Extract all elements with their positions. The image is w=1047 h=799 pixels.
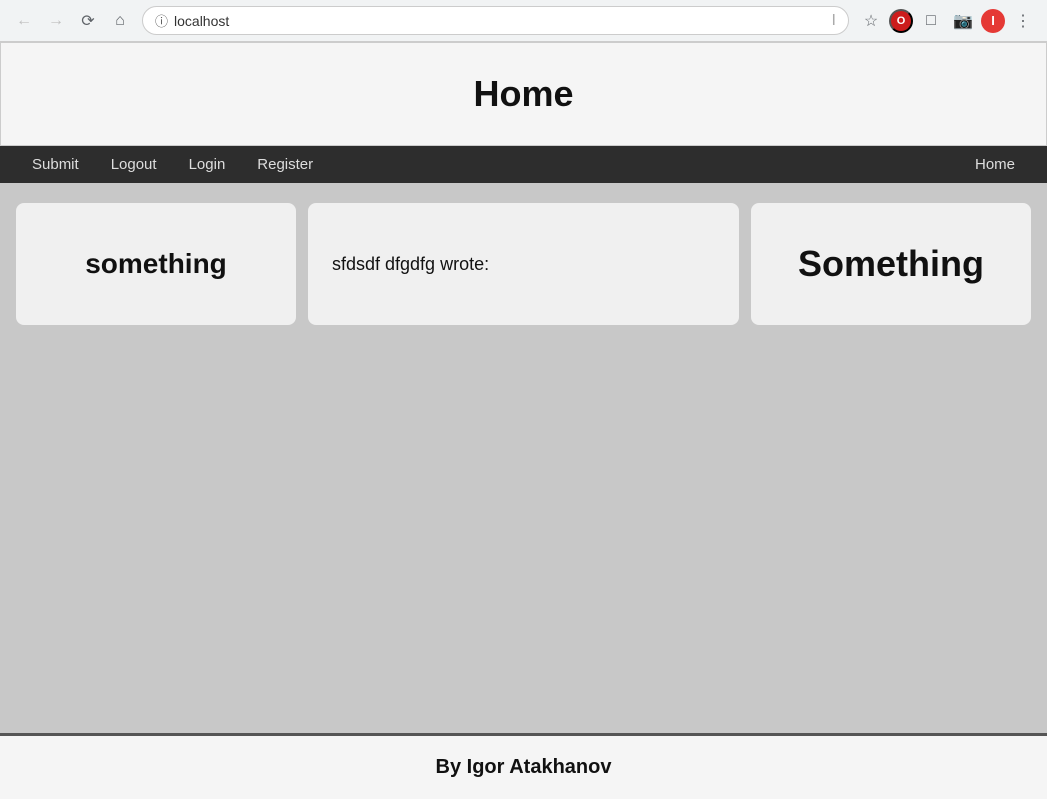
site-footer: By Igor Atakhanov: [0, 733, 1047, 799]
nav-home[interactable]: Home: [959, 146, 1031, 183]
profile-button[interactable]: I: [981, 9, 1005, 33]
card-left-title: something: [85, 248, 227, 280]
tab-button[interactable]: □: [917, 7, 945, 35]
menu-button[interactable]: ⋮: [1009, 7, 1037, 35]
browser-nav-buttons: ← → ⟳ ⌂: [10, 7, 134, 35]
site-header: Home: [0, 42, 1047, 146]
site-wrapper: Home Submit Logout Login Register Home s…: [0, 42, 1047, 799]
nav-login[interactable]: Login: [173, 146, 242, 183]
nav-submit[interactable]: Submit: [16, 146, 95, 183]
lock-icon: ⓘ: [155, 11, 168, 30]
card-left: something: [16, 203, 296, 325]
forward-button[interactable]: →: [42, 7, 70, 35]
card-middle: sfdsdf dfgdfg wrote:: [308, 203, 739, 325]
navbar: Submit Logout Login Register Home: [0, 146, 1047, 183]
cards-row: something sfdsdf dfgdfg wrote: Something: [16, 203, 1031, 325]
screenshot-button[interactable]: 📷: [949, 7, 977, 35]
navbar-right: Home: [959, 146, 1031, 183]
main-content: something sfdsdf dfgdfg wrote: Something: [0, 183, 1047, 733]
address-text[interactable]: localhost: [174, 13, 826, 29]
address-bar[interactable]: ⓘ localhost I: [142, 6, 849, 35]
navbar-left: Submit Logout Login Register: [16, 146, 329, 183]
card-middle-text: sfdsdf dfgdfg wrote:: [332, 254, 489, 275]
card-right-title: Something: [798, 243, 984, 285]
nav-register[interactable]: Register: [241, 146, 329, 183]
footer-text: By Igor Atakhanov: [20, 756, 1027, 779]
nav-logout[interactable]: Logout: [95, 146, 173, 183]
bookmark-button[interactable]: ☆: [857, 7, 885, 35]
reload-button[interactable]: ⟳: [74, 7, 102, 35]
opera-button[interactable]: O: [889, 9, 913, 33]
home-button[interactable]: ⌂: [106, 7, 134, 35]
site-title: Home: [21, 73, 1026, 115]
back-button[interactable]: ←: [10, 7, 38, 35]
cursor-icon: I: [832, 12, 836, 30]
browser-actions: ☆ O □ 📷 I ⋮: [857, 7, 1037, 35]
browser-chrome: ← → ⟳ ⌂ ⓘ localhost I ☆ O □ 📷 I ⋮: [0, 0, 1047, 42]
card-right: Something: [751, 203, 1031, 325]
